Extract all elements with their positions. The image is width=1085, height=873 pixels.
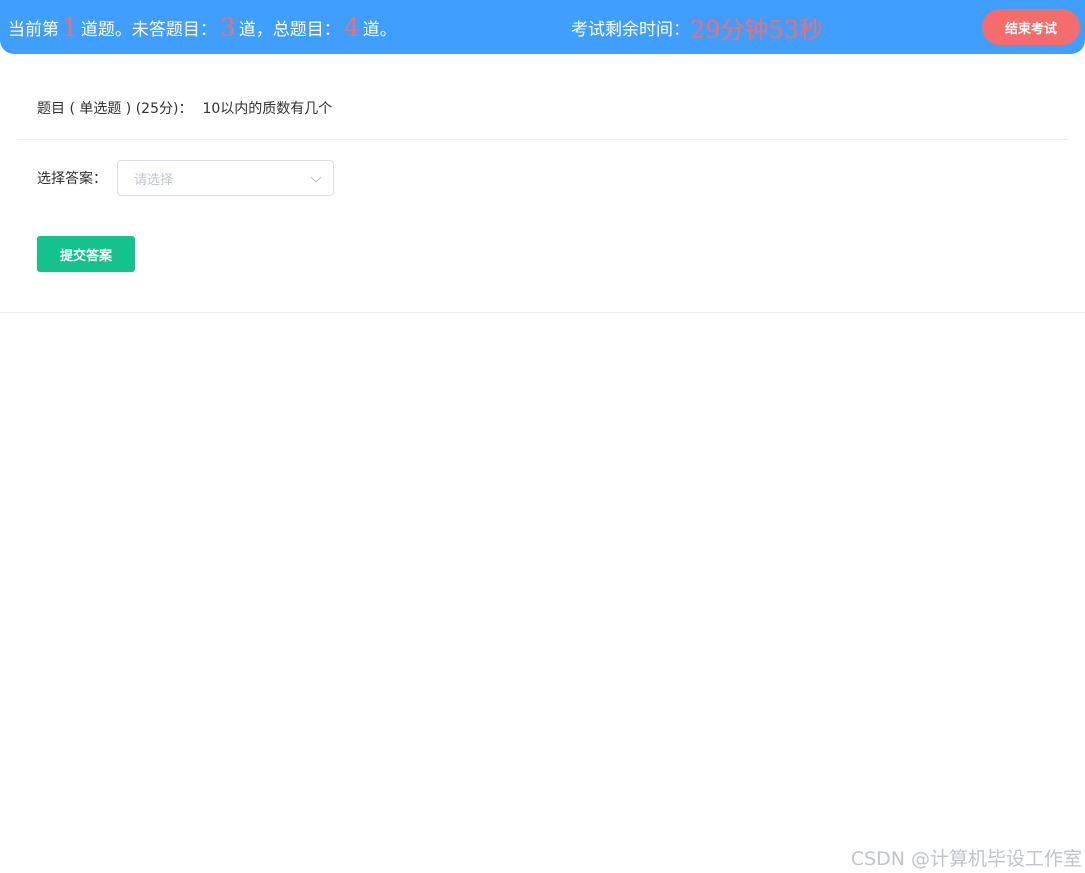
divider <box>17 139 1068 140</box>
progress-text-2: 道，总题目： <box>238 19 341 40</box>
progress-summary: 当前第 1 道题。未答题目： 3 道，总题目： 4 道。 <box>8 0 397 54</box>
question-title: 题目 ( 单选题 ) (25分)： 10以内的质数有几个 <box>37 96 332 120</box>
submit-answer-button[interactable]: 提交答案 <box>37 236 135 272</box>
timer-value: 29分钟53秒 <box>690 15 824 44</box>
end-exam-button[interactable]: 结束考试 <box>982 9 1080 45</box>
divider <box>0 312 1085 313</box>
total-count: 4 <box>343 12 360 42</box>
chevron-down-icon <box>310 176 322 183</box>
timer-label: 考试剩余时间： <box>571 19 690 40</box>
answer-select[interactable]: 请选择 <box>117 160 334 196</box>
exam-timer: 考试剩余时间： 29分钟53秒 <box>571 0 823 54</box>
unanswered-count: 3 <box>219 12 236 42</box>
progress-suffix: 道。 <box>362 19 397 40</box>
progress-text-1: 道题。未答题目： <box>80 19 217 40</box>
question-meta: 题目 ( 单选题 ) (25分)： <box>37 101 193 117</box>
exam-header: 当前第 1 道题。未答题目： 3 道，总题目： 4 道。 考试剩余时间： 29分… <box>0 0 1085 54</box>
progress-prefix: 当前第 <box>8 19 59 40</box>
question-text: 10以内的质数有几个 <box>202 101 333 117</box>
current-question-number: 1 <box>62 12 78 42</box>
answer-select-placeholder: 请选择 <box>134 172 174 188</box>
watermark: CSDN @计算机毕设工作室 <box>850 848 1082 870</box>
answer-row: 选择答案： 请选择 <box>37 160 334 196</box>
answer-label: 选择答案： <box>37 171 107 187</box>
